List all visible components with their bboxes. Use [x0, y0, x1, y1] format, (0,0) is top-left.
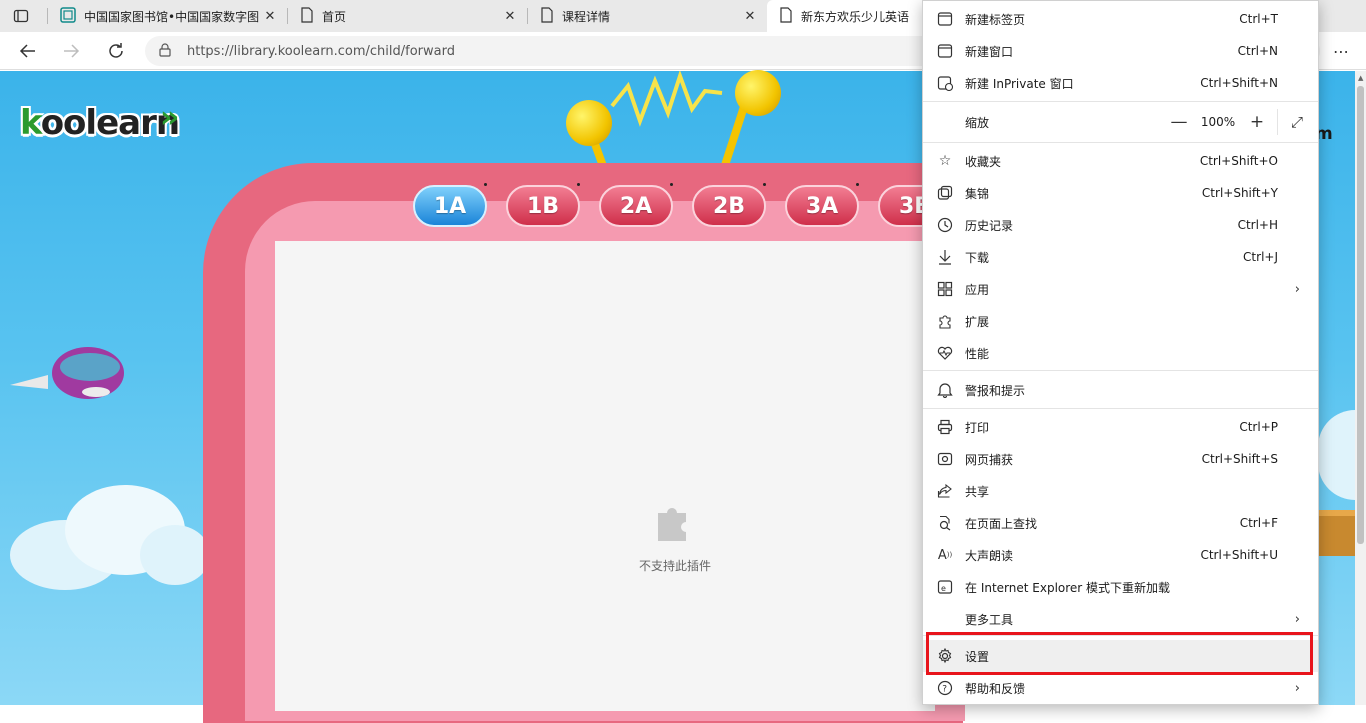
airship-illustration [10, 347, 124, 399]
close-icon[interactable]: ✕ [500, 9, 520, 24]
chevron-right-icon: › [1294, 680, 1300, 696]
find-icon [935, 515, 955, 531]
level-2b-button[interactable]: 2B [692, 185, 766, 227]
menu-item-read-aloud[interactable]: A)) 大声朗读 Ctrl+Shift+U [923, 539, 1318, 571]
zoom-in-button[interactable]: + [1243, 112, 1271, 132]
menu-item-zoom: 缩放 — 100% + ⤢ [923, 106, 1318, 138]
page-icon [300, 6, 314, 26]
page-icon [540, 6, 554, 26]
tab-actions-icon[interactable] [6, 4, 36, 28]
chevron-right-icon: › [1294, 281, 1300, 297]
menu-item-history[interactable]: 历史记录 Ctrl+H [923, 209, 1318, 241]
help-icon: ? [935, 680, 955, 696]
more-dots-icon: ⋯ [1333, 41, 1349, 61]
menu-item-help-feedback[interactable]: ? 帮助和反馈 › [923, 672, 1318, 704]
back-button[interactable] [15, 38, 41, 64]
puzzle-icon [652, 499, 696, 553]
level-2a-button[interactable]: 2A [599, 185, 673, 227]
menu-item-print[interactable]: 打印 Ctrl+P [923, 411, 1318, 443]
capture-icon [935, 451, 955, 467]
svg-text:e: e [941, 584, 946, 593]
fullscreen-icon[interactable]: ⤢ [1284, 113, 1310, 131]
library-favicon-icon [60, 6, 76, 26]
level-1a-button[interactable]: 1A [413, 185, 487, 227]
settings-more-button[interactable]: ⋯ [1327, 38, 1355, 64]
menu-item-ie-mode[interactable]: e 在 Internet Explorer 模式下重新加载 [923, 571, 1318, 603]
collections-icon [935, 185, 955, 201]
svg-text:?: ? [942, 685, 947, 695]
read-aloud-icon: A)) [937, 547, 953, 563]
zigzag-decoration [610, 71, 723, 127]
page-icon [779, 6, 793, 26]
printer-icon [935, 419, 955, 435]
tab-title: 课程详情 [562, 9, 611, 24]
tab-title: 新东方欢乐少儿英语 [801, 9, 910, 24]
plugin-unsupported-text: 不支持此插件 [638, 559, 711, 573]
menu-item-share[interactable]: 共享 [923, 475, 1318, 507]
plugin-screen [275, 241, 935, 711]
extensions-icon [935, 313, 955, 329]
menu-item-web-capture[interactable]: 网页捕获 Ctrl+Shift+S [923, 443, 1318, 475]
tab-title: 首页 [322, 9, 347, 24]
menu-item-new-window[interactable]: 新建窗口 Ctrl+N [923, 35, 1318, 67]
tab-title: 中国国家图书馆•中国国家数字图 [84, 9, 260, 24]
scroll-up-icon[interactable]: ▲ [1358, 74, 1363, 82]
inprivate-icon [935, 75, 955, 91]
menu-item-alerts[interactable]: 警报和提示 [923, 374, 1318, 406]
refresh-button[interactable] [103, 38, 129, 64]
new-window-icon [935, 43, 955, 59]
back-arrow-icon [19, 44, 35, 58]
zoom-out-button[interactable]: — [1165, 112, 1193, 132]
koolearn-logo: koolearn [20, 103, 180, 143]
bell-icon [935, 382, 955, 398]
tab-home[interactable]: 首页 ✕ [288, 0, 526, 32]
level-1b-button[interactable]: 1B [506, 185, 580, 227]
cloud-illustration [10, 485, 210, 590]
menu-item-favorites[interactable]: ☆ 收藏夹 Ctrl+Shift+O [923, 145, 1318, 177]
menu-item-find-on-page[interactable]: 在页面上查找 Ctrl+F [923, 507, 1318, 539]
forward-arrow-icon [64, 44, 80, 58]
refresh-icon [109, 43, 123, 58]
scroll-thumb[interactable] [1357, 86, 1364, 544]
menu-item-inprivate[interactable]: 新建 InPrivate 窗口 Ctrl+Shift+N [923, 67, 1318, 99]
settings-highlight-box [926, 632, 1313, 675]
performance-icon [935, 345, 955, 361]
share-icon [935, 483, 955, 499]
menu-item-performance[interactable]: 性能 [923, 337, 1318, 369]
new-tab-icon [935, 11, 955, 27]
menu-item-more-tools[interactable]: 更多工具 › [923, 603, 1318, 635]
chevron-right-icon: › [1294, 611, 1300, 627]
history-icon [935, 217, 955, 233]
download-icon [935, 249, 955, 265]
menu-item-new-tab[interactable]: 新建标签页 Ctrl+T [923, 3, 1318, 35]
menu-item-collections[interactable]: 集锦 Ctrl+Shift+Y [923, 177, 1318, 209]
antenna-ball-left [566, 100, 612, 146]
ie-mode-icon: e [935, 579, 955, 595]
menu-item-downloads[interactable]: 下载 Ctrl+J [923, 241, 1318, 273]
tab-library[interactable]: 中国国家图书馆•中国国家数字图 ✕ [48, 0, 286, 32]
logo-chevron-icon: » [160, 100, 180, 135]
close-icon[interactable]: ✕ [740, 9, 760, 24]
apps-icon [935, 281, 955, 297]
forward-button[interactable] [58, 38, 84, 64]
tab-koolearn-active[interactable]: 新东方欢乐少儿英语 [767, 0, 927, 32]
menu-item-extensions[interactable]: 扩展 [923, 305, 1318, 337]
star-icon: ☆ [938, 153, 952, 169]
url-text: https://library.koolearn.com/child/forwa… [187, 43, 455, 59]
menu-item-apps[interactable]: 应用 › [923, 273, 1318, 305]
settings-menu: 新建标签页 Ctrl+T 新建窗口 Ctrl+N 新建 InPrivate 窗口… [922, 0, 1319, 705]
close-icon[interactable]: ✕ [260, 9, 280, 24]
zoom-value: 100% [1200, 115, 1236, 129]
lock-icon [159, 42, 177, 60]
tab-course-details[interactable]: 课程详情 ✕ [528, 0, 766, 32]
level-3a-button[interactable]: 3A [785, 185, 859, 227]
antenna-ball-right [735, 70, 781, 116]
wood-edge [1318, 510, 1355, 556]
zoom-control: — 100% + ⤢ [1165, 109, 1310, 135]
